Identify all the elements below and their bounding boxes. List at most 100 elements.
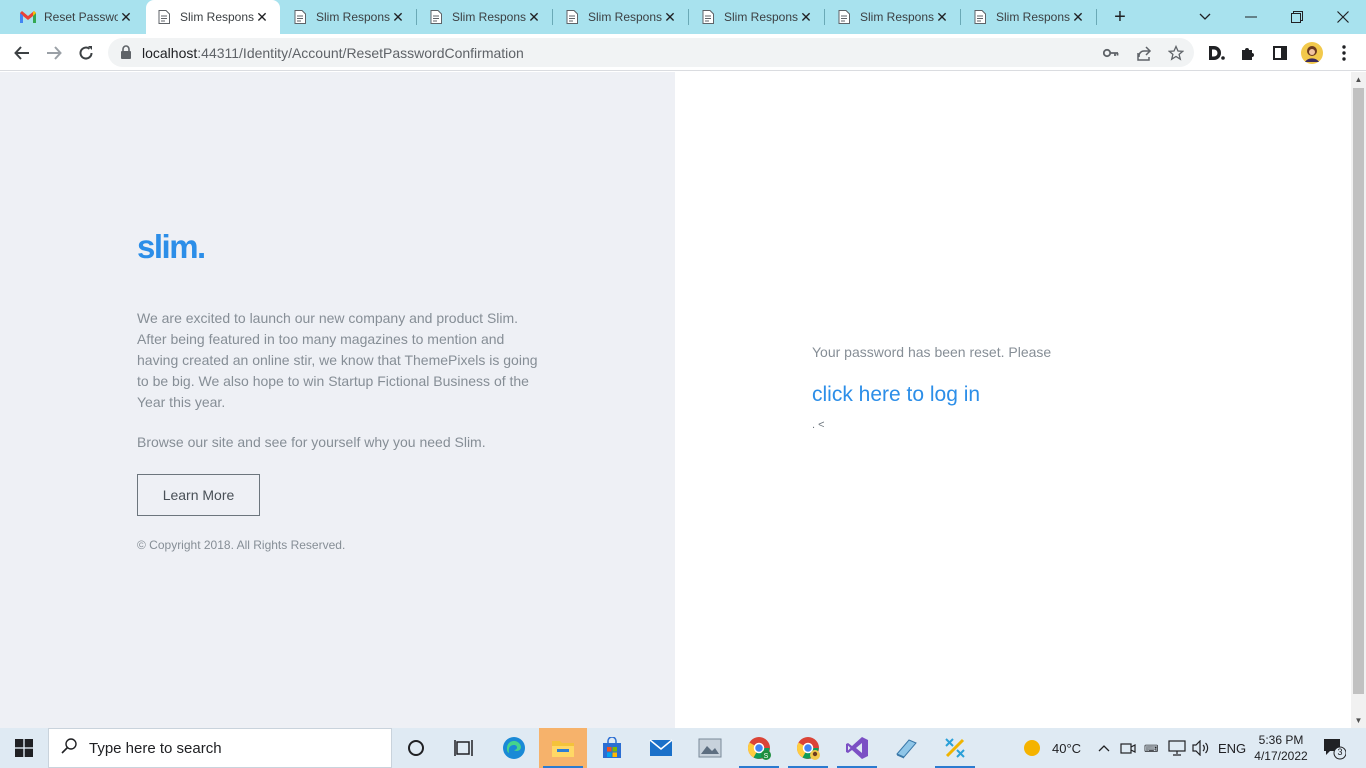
tab-title: Slim Respons [452,10,526,24]
clock-time: 5:36 PM [1258,733,1304,747]
bookmark-star-icon[interactable] [1167,44,1185,62]
intro-text: We are excited to launch our new company… [137,310,538,410]
tab-separator [688,9,689,25]
tab-title: Slim Respons [316,10,390,24]
scroll-down-arrow-icon[interactable]: ▼ [1351,713,1366,728]
sql-tool-icon[interactable] [882,728,930,768]
close-icon[interactable]: ✕ [934,9,950,25]
restore-icon[interactable] [1274,0,1320,34]
microsoft-store-icon[interactable] [588,728,636,768]
scroll-up-arrow-icon[interactable]: ▲ [1351,72,1366,87]
page-icon [836,9,852,25]
windows-taskbar: Type here to search S 40°C ⌨ ENG 5:36 PM… [0,728,1366,768]
login-link[interactable]: click here to log in [812,383,980,407]
tab-title: Slim Respons [996,10,1070,24]
page-icon [156,9,172,25]
tab-slim[interactable]: Slim Respons ✕ [282,0,416,34]
gmail-icon [20,9,36,25]
reset-confirmation-message: Your password has been reset. Please [812,344,1052,360]
tab-separator [1096,9,1097,25]
tab-title: Slim Respons [860,10,934,24]
chrome-icon[interactable] [784,728,832,768]
meet-now-icon[interactable] [1120,728,1136,768]
tab-separator [552,9,553,25]
scrollbar-thumb[interactable] [1353,88,1364,694]
key-icon[interactable] [1102,44,1120,62]
weather-temperature: 40°C [1052,740,1082,756]
left-panel: slim. We are excited to launch our new c… [0,72,675,728]
close-icon[interactable]: ✕ [390,9,406,25]
chrome-profile-icon[interactable]: S [735,728,783,768]
address-bar[interactable]: localhost:44311/Identity/Account/ResetPa… [108,38,1194,67]
edge-browser-icon[interactable] [490,728,538,768]
tab-separator [824,9,825,25]
volume-icon[interactable] [1192,728,1210,768]
tab-slim[interactable]: Slim Respons ✕ [554,0,688,34]
svg-text:⌨: ⌨ [1144,744,1158,755]
task-view-icon[interactable] [440,728,488,768]
windows-start-icon[interactable] [0,728,48,768]
copyright-text: © Copyright 2018. All Rights Reserved. [137,538,346,552]
page-icon [428,9,444,25]
show-hidden-icons-chevron[interactable] [1098,728,1110,768]
language-indicator[interactable]: ENG [1218,728,1246,768]
tab-strip: Reset Passwo ✕ Slim Respons ✕ Slim Respo… [0,0,1366,34]
side-panel-icon[interactable] [1269,42,1291,64]
menu-kebab-icon[interactable] [1333,42,1355,64]
share-icon[interactable] [1135,44,1153,62]
profile-avatar-icon[interactable] [1301,42,1323,64]
close-window-icon[interactable] [1320,0,1366,34]
back-arrow-icon[interactable] [8,39,36,67]
page-icon [972,9,988,25]
url-text: localhost:44311/Identity/Account/ResetPa… [142,45,524,61]
weather-widget[interactable]: 40°C [1022,728,1081,768]
forward-arrow-icon[interactable] [40,39,68,67]
vertical-scrollbar[interactable]: ▲ ▼ [1351,72,1366,728]
input-method-icon[interactable]: ⌨ [1144,728,1160,768]
sun-icon [1024,740,1040,756]
notification-count: 3 [1337,747,1343,757]
taskbar-search-box[interactable]: Type here to search [48,728,392,768]
minimize-icon[interactable] [1228,0,1274,34]
notification-center-icon[interactable]: 3 [1322,736,1347,760]
dev-tool-icon[interactable] [931,728,979,768]
network-icon[interactable] [1168,728,1186,768]
clock-date: 4/17/2022 [1254,749,1308,763]
close-icon[interactable]: ✕ [662,9,678,25]
new-tab-button[interactable]: + [1108,5,1132,29]
tab-slim[interactable]: Slim Respons ✕ [690,0,824,34]
tab-separator [416,9,417,25]
close-icon[interactable]: ✕ [526,9,542,25]
taskbar-clock[interactable]: 5:36 PM 4/17/2022 [1248,732,1314,764]
slim-logo[interactable]: slim. [137,228,206,266]
visual-studio-icon[interactable] [833,728,881,768]
tab-slim[interactable]: Slim Respons ✕ [418,0,552,34]
browser-toolbar: localhost:44311/Identity/Account/ResetPa… [0,34,1366,71]
page-content: slim. We are excited to launch our new c… [0,72,1351,728]
tab-slim[interactable]: Slim Respons ✕ [962,0,1096,34]
tab-reset-password[interactable]: Reset Passwo ✕ [0,0,144,34]
tab-title: Slim Respons [588,10,662,24]
browse-text: Browse our site and see for yourself why… [137,434,486,450]
cortana-icon[interactable] [392,728,440,768]
trailing-text: . < [812,419,825,431]
reload-icon[interactable] [72,39,100,67]
mail-icon[interactable] [637,728,685,768]
page-icon [564,9,580,25]
close-icon[interactable]: ✕ [254,9,270,25]
extensions-puzzle-icon[interactable] [1237,42,1259,64]
file-explorer-icon[interactable] [539,728,587,768]
search-icon [49,737,89,759]
close-icon[interactable]: ✕ [798,9,814,25]
tab-slim[interactable]: Slim Respons ✕ [826,0,960,34]
tab-search-chevron-icon[interactable] [1182,0,1228,34]
close-icon[interactable]: ✕ [1070,9,1086,25]
learn-more-button[interactable]: Learn More [137,474,260,516]
lock-icon[interactable] [120,45,134,59]
close-icon[interactable]: ✕ [118,9,134,25]
svg-text:S: S [764,753,769,760]
extension-d-icon[interactable] [1205,42,1227,64]
photos-app-icon[interactable] [686,728,734,768]
url-host: localhost [142,45,198,61]
tab-slim-active[interactable]: Slim Respons ✕ [146,0,280,34]
